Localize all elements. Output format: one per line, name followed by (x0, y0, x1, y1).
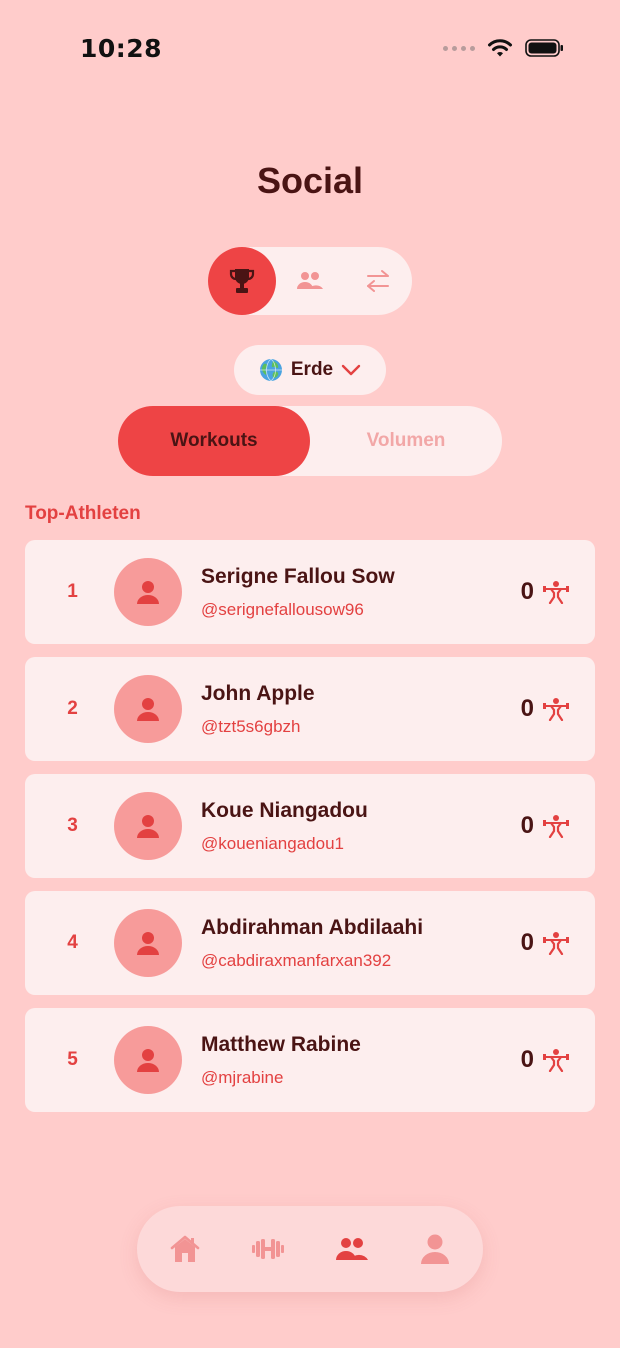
weightlifter-icon (543, 1049, 569, 1072)
mode-compare-button[interactable] (344, 247, 412, 315)
athlete-name: John Apple (201, 682, 315, 705)
workout-count: 0 (521, 540, 570, 644)
page-title: Social (256, 160, 364, 201)
weightlifter-icon (543, 932, 569, 955)
user-icon (137, 581, 159, 604)
score-value: 0 (520, 695, 534, 722)
rank-number: 3 (67, 815, 78, 836)
tab-social[interactable] (309, 1206, 395, 1292)
avatar (114, 1026, 182, 1094)
status-time: 10:28 (80, 34, 163, 63)
score-value: 0 (520, 578, 534, 605)
friends-icon (297, 272, 323, 289)
leaderboard-row[interactable]: 4 Abdirahman Abdilaahi @cabdiraxmanfarxa… (25, 891, 595, 995)
athlete-handle: @serignefallousow96 (201, 600, 364, 619)
score-value: 0 (520, 812, 534, 839)
athlete-handle: @mjrabine (201, 1068, 284, 1087)
metric-segmented-control: Workouts Volumen (118, 406, 502, 476)
leaderboard-row[interactable]: 3 Koue Niangadou @koueniangadou1 0 (25, 774, 595, 878)
rank-number: 5 (67, 1049, 78, 1070)
social-icon (336, 1238, 368, 1260)
signal-icon (443, 45, 475, 51)
leaderboard-row[interactable]: 1 Serigne Fallou Sow @serignefallousow96… (25, 540, 595, 644)
user-icon (137, 698, 159, 721)
rank-number: 1 (67, 581, 78, 602)
weightlifter-icon (543, 815, 569, 838)
weightlifter-icon (543, 698, 569, 721)
athlete-handle: @tzt5s6gbzh (201, 717, 301, 736)
workout-count: 0 (521, 1008, 570, 1112)
workout-count: 0 (521, 774, 570, 878)
mode-friends-button[interactable] (276, 247, 344, 315)
trophy-icon (229, 269, 255, 293)
tab-volume[interactable]: Volumen (310, 406, 502, 476)
avatar (114, 792, 182, 860)
user-icon (137, 815, 159, 838)
globe-icon (259, 358, 282, 382)
region-select[interactable]: Erde (234, 345, 386, 395)
rank-number: 4 (67, 932, 78, 953)
tab-home[interactable] (142, 1206, 228, 1292)
status-icons (443, 38, 565, 58)
leaderboard-list: 1 Serigne Fallou Sow @serignefallousow96… (25, 540, 595, 1125)
section-label: Top-Athleten (25, 503, 141, 524)
athlete-handle: @koueniangadou1 (201, 834, 344, 853)
battery-icon (525, 39, 563, 57)
score-value: 0 (520, 929, 534, 956)
avatar (114, 909, 182, 977)
wifi-icon (488, 39, 512, 57)
mode-switch (208, 247, 412, 315)
mode-leaderboard-button[interactable] (208, 247, 276, 315)
athlete-name: Koue Niangadou (201, 799, 368, 822)
tab-profile[interactable] (392, 1206, 478, 1292)
profile-icon (421, 1234, 449, 1264)
athlete-handle: @cabdiraxmanfarxan392 (201, 951, 392, 970)
chevron-down-icon (341, 364, 361, 376)
weightlifter-icon (543, 581, 569, 604)
home-icon (170, 1235, 200, 1262)
bottom-tab-bar (137, 1206, 483, 1292)
athlete-name: Matthew Rabine (201, 1033, 361, 1056)
workout-count: 0 (521, 657, 570, 761)
athlete-name: Serigne Fallou Sow (201, 565, 395, 588)
user-icon (137, 932, 159, 955)
swap-icon (367, 270, 389, 292)
leaderboard-row[interactable]: 2 John Apple @tzt5s6gbzh 0 (25, 657, 595, 761)
avatar (114, 675, 182, 743)
score-value: 0 (520, 1046, 534, 1073)
workout-count: 0 (521, 891, 570, 995)
dumbbell-icon (252, 1239, 284, 1259)
leaderboard-row[interactable]: 5 Matthew Rabine @mjrabine 0 (25, 1008, 595, 1112)
user-icon (137, 1049, 159, 1072)
region-label: Erde (290, 359, 334, 380)
status-bar: 10:28 (0, 0, 620, 100)
tab-workouts[interactable]: Workouts (118, 406, 310, 476)
avatar (114, 558, 182, 626)
athlete-name: Abdirahman Abdilaahi (201, 916, 424, 939)
tab-workouts-nav[interactable] (225, 1206, 311, 1292)
rank-number: 2 (67, 698, 78, 719)
